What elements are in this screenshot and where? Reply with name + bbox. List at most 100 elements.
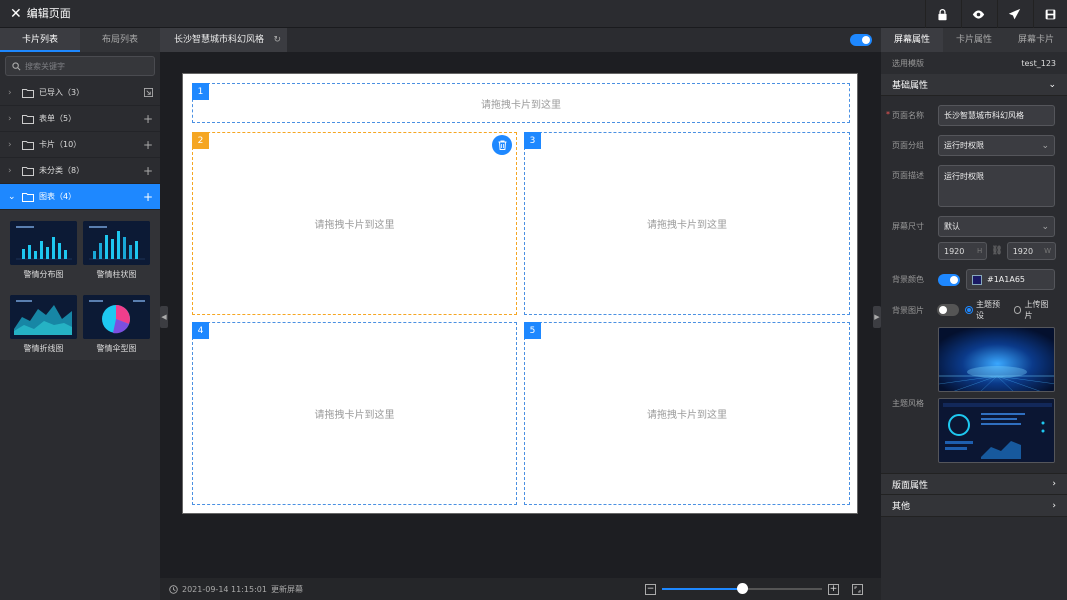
import-icon[interactable] — [144, 88, 153, 97]
screen-size-select[interactable]: 默认 ⌄ — [938, 216, 1055, 237]
page-desc-field: 页面描述 运行时权限 — [881, 165, 1067, 207]
radio-upload-image[interactable]: 上传图片 — [1013, 299, 1056, 321]
folder-icon — [22, 88, 34, 98]
save-button[interactable] — [1033, 0, 1067, 28]
card-label: 警情伞型图 — [96, 344, 137, 353]
update-screen-label[interactable]: 更新屏幕 — [271, 584, 303, 595]
tree-item-charts[interactable]: ⌄ 图表（4） + — [0, 184, 160, 210]
page-name-input[interactable]: 长沙智慧城市科幻风格 — [938, 105, 1055, 126]
tree-item-label: 表单（5） — [39, 114, 77, 123]
select-value: 默认 — [944, 222, 960, 231]
radio-theme-preset[interactable]: 主题预设 — [965, 299, 1007, 321]
right-collapse-handle[interactable]: ▶ — [873, 306, 881, 328]
search-input[interactable] — [25, 61, 145, 71]
color-swatch[interactable] — [972, 274, 982, 285]
close-icon[interactable]: ✕ — [10, 0, 22, 28]
drop-slot-5[interactable]: 5 请拖拽卡片到这里 — [524, 322, 850, 505]
drop-slot-1[interactable]: 1 请拖拽卡片到这里 — [192, 83, 850, 123]
plus-icon[interactable]: + — [143, 190, 153, 204]
tab-screen-cards[interactable]: 屏幕卡片 — [1005, 28, 1067, 52]
slot-number: 2 — [192, 132, 209, 149]
preview-button[interactable] — [961, 0, 995, 28]
radio-dot — [1013, 306, 1022, 314]
width-input[interactable]: 1920 W — [1006, 242, 1056, 260]
status-bar: 2021-09-14 11:15:01 更新屏幕 − + — [160, 578, 881, 600]
slot-hint: 请拖拽卡片到这里 — [647, 410, 727, 421]
tree-item-card[interactable]: › 卡片（10） + — [0, 132, 160, 158]
theme-preview[interactable] — [938, 398, 1055, 463]
folder-icon — [22, 114, 34, 124]
tab-layout-list[interactable]: 布局列表 — [80, 28, 160, 52]
chevron-right-icon: › — [1052, 500, 1056, 511]
slot-number: 3 — [524, 132, 541, 149]
radio-dot — [965, 306, 974, 314]
folder-icon — [22, 192, 34, 202]
card-pie[interactable]: 警情伞型图 — [83, 295, 150, 360]
slot-hint: 请拖拽卡片到这里 — [481, 99, 561, 111]
layout-section-header[interactable]: 版面属性 › — [881, 473, 1067, 495]
card-thumbnail — [10, 221, 77, 265]
chart-card-grid: 警情分布图 警情柱状图 警情折线图 警情伞型图 — [0, 210, 160, 360]
bg-image-preview-row — [881, 327, 1067, 392]
card-line[interactable]: 警情折线图 — [10, 295, 77, 360]
card-thumbnail — [10, 295, 77, 339]
page-group-select[interactable]: 运行时权限 ⌄ — [938, 135, 1055, 156]
section-title: 其他 — [892, 502, 911, 512]
bg-color-input[interactable]: #1A1A65 — [966, 269, 1055, 290]
zoom-slider-handle[interactable] — [737, 583, 748, 594]
tree-item-imported[interactable]: › 已导入（3） — [0, 80, 160, 106]
page-desc-textarea[interactable]: 运行时权限 — [938, 165, 1055, 207]
basic-section-header[interactable]: 基础属性 ⌄ — [881, 74, 1067, 96]
drop-slot-3[interactable]: 3 请拖拽卡片到这里 — [524, 132, 850, 315]
fullscreen-icon[interactable] — [852, 583, 863, 595]
search-icon — [12, 61, 21, 70]
bg-image-preview[interactable] — [938, 327, 1055, 392]
tree-item-uncategorized[interactable]: › 未分类（8） + — [0, 158, 160, 184]
delete-button[interactable] — [492, 135, 512, 155]
design-canvas: 1 请拖拽卡片到这里 2 请拖拽卡片到这里 3 请拖拽卡片到这里 4 请拖拽卡片… — [182, 73, 858, 514]
bg-color-toggle[interactable] — [938, 273, 960, 286]
refresh-icon[interactable]: ↻ — [273, 28, 281, 52]
required-marker: * — [886, 110, 890, 119]
select-value: 运行时权限 — [944, 141, 984, 150]
slot-hint: 请拖拽卡片到这里 — [647, 220, 727, 231]
tree-item-label: 卡片（10） — [39, 140, 82, 149]
plus-icon[interactable]: + — [143, 164, 153, 178]
card-distribution[interactable]: 警情分布图 — [10, 221, 77, 286]
width-value: 1920 — [1012, 246, 1034, 256]
tab-page[interactable]: 长沙智慧城市科幻风格 ↻ — [160, 28, 287, 52]
plus-icon[interactable]: + — [143, 112, 153, 126]
zoom-control: − + — [645, 578, 863, 600]
card-bar[interactable]: 警情柱状图 — [83, 221, 150, 286]
zoom-out-button[interactable]: − — [645, 583, 656, 595]
zoom-in-button[interactable]: + — [828, 583, 839, 595]
left-panel: 卡片列表 布局列表 › 已导入（3） › 表单（5） + › 卡片（10） + … — [0, 28, 160, 600]
plus-icon[interactable]: + — [143, 138, 153, 152]
bg-image-toggle[interactable] — [937, 304, 960, 316]
tab-card-list[interactable]: 卡片列表 — [0, 28, 80, 52]
link-icon[interactable]: ⛓ — [991, 246, 1002, 256]
bg-color-field: 背景颜色 #1A1A65 — [881, 269, 1067, 290]
card-thumbnail — [83, 295, 150, 339]
drop-slot-4[interactable]: 4 请拖拽卡片到这里 — [192, 322, 517, 505]
field-label-text: 页面名称 — [892, 111, 924, 120]
zoom-slider[interactable] — [662, 583, 822, 594]
right-panel: 屏幕属性 卡片属性 屏幕卡片 选用模版 test_123 基础属性 ⌄ * 页面名… — [881, 28, 1067, 600]
field-label: * 页面名称 — [886, 110, 938, 121]
height-unit: H — [977, 247, 983, 255]
drop-slot-2[interactable]: 2 请拖拽卡片到这里 — [192, 132, 517, 315]
width-unit: W — [1044, 247, 1051, 255]
other-section-header[interactable]: 其他 › — [881, 495, 1067, 517]
tab-screen-props[interactable]: 屏幕属性 — [881, 28, 943, 52]
canvas-toggle[interactable] — [850, 34, 872, 46]
chevron-right-icon: › — [8, 87, 12, 98]
height-input[interactable]: 1920 H — [938, 242, 988, 260]
publish-button[interactable] — [997, 0, 1031, 28]
lock-button[interactable] — [925, 0, 959, 28]
template-row[interactable]: 选用模版 test_123 — [881, 52, 1067, 74]
tab-card-props[interactable]: 卡片属性 — [943, 28, 1005, 52]
timestamp: 2021-09-14 11:15:01 — [182, 584, 267, 594]
chevron-right-icon: › — [8, 113, 12, 124]
card-label: 警情折线图 — [23, 344, 64, 353]
tree-item-form[interactable]: › 表单（5） + — [0, 106, 160, 132]
